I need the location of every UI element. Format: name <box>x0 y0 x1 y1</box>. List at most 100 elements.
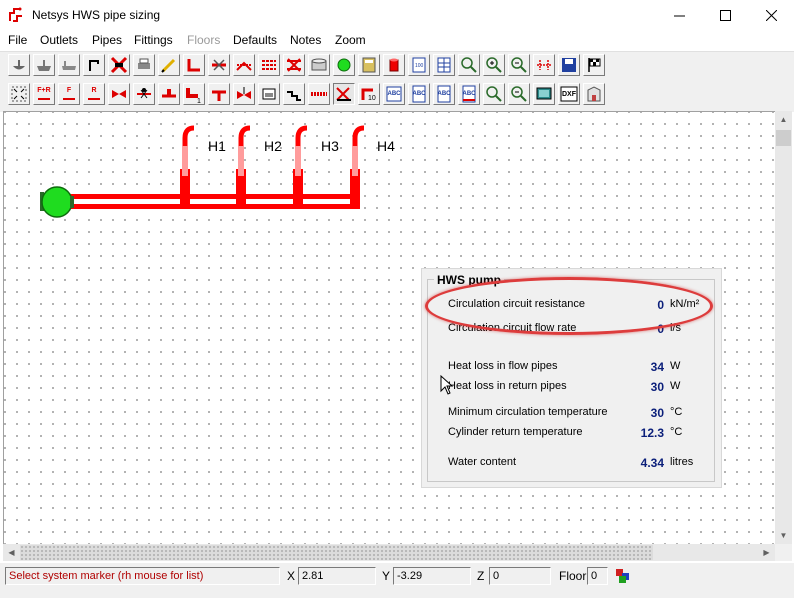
layers-toggle-icon[interactable] <box>615 568 631 584</box>
flow-return-button[interactable]: F+R <box>33 83 55 105</box>
cylinder-outlet-icon <box>89 60 99 71</box>
store-button[interactable] <box>308 54 330 76</box>
menu-notes[interactable]: Notes <box>290 33 321 47</box>
horizontal-scroll-thumb[interactable] <box>20 545 653 560</box>
maximize-button[interactable] <box>702 0 748 31</box>
valve-icon <box>112 90 126 98</box>
zoom-window-button[interactable] <box>483 83 505 105</box>
floor-field: 0 <box>587 567 608 585</box>
bend-1-button[interactable]: 1 <box>183 83 205 105</box>
grid-page-button[interactable] <box>433 54 455 76</box>
menu-fittings[interactable]: Fittings <box>134 33 173 47</box>
screen-button[interactable] <box>533 83 555 105</box>
row-min-circulation-temp: Minimum circulation temperature 30 °C <box>422 406 721 422</box>
zoom-in-button[interactable] <box>458 54 480 76</box>
row-value: 30 <box>650 406 664 420</box>
finish-flag-button[interactable] <box>583 54 605 76</box>
angle-icon <box>336 87 351 101</box>
row-unit: °C <box>670 426 683 438</box>
pipe-red-button[interactable] <box>183 54 205 76</box>
abc-red-label: ABC <box>462 91 476 97</box>
flow-main-pipe[interactable] <box>42 194 360 199</box>
zoom-plus-button[interactable] <box>483 54 505 76</box>
check-valve-button[interactable] <box>133 83 155 105</box>
menu-file[interactable]: File <box>8 33 27 47</box>
return-main-pipe[interactable] <box>42 204 360 209</box>
pump-fitting-button[interactable] <box>158 83 180 105</box>
calculator-button[interactable] <box>358 54 380 76</box>
row-heat-loss-flow: Heat loss in flow pipes 34 W <box>422 360 721 376</box>
insulation-icon <box>311 92 327 96</box>
abc-page-button[interactable]: ABC <box>408 83 430 105</box>
abc-doc-button[interactable]: ABC <box>433 83 455 105</box>
close-button[interactable] <box>748 0 794 31</box>
fitting-set-button[interactable] <box>233 54 255 76</box>
status-message: Select system marker (rh mouse for list) <box>5 567 280 585</box>
outlet-label-h2: H2 <box>264 138 282 154</box>
horizontal-scrollbar[interactable]: ◀ ▶ <box>3 544 775 561</box>
abc-report-button[interactable]: ABC <box>383 83 405 105</box>
network-button[interactable] <box>533 54 555 76</box>
row-unit: °C <box>670 406 683 418</box>
red-cylinder-button[interactable] <box>383 54 405 76</box>
valve-2-icon <box>237 87 251 99</box>
pencil-draw-button[interactable] <box>158 54 180 76</box>
scroll-left-arrow-icon[interactable]: ◀ <box>3 544 20 561</box>
save-button[interactable] <box>558 54 580 76</box>
flow-return-label: F+R <box>37 87 51 94</box>
delete-red-x-button[interactable] <box>108 54 130 76</box>
zoom-reset-button[interactable] <box>508 83 530 105</box>
dxf-export-button[interactable]: DXF <box>558 83 580 105</box>
menu-pipes[interactable]: Pipes <box>92 33 122 47</box>
menu-floors[interactable]: Floors <box>187 33 220 47</box>
x-coord-label: X <box>287 569 296 583</box>
y-coord-label: Y <box>382 569 391 583</box>
basin-button[interactable] <box>8 54 30 76</box>
abc-red-button[interactable]: ABC <box>458 83 480 105</box>
valve-2-button[interactable] <box>233 83 255 105</box>
multi-pipe-button[interactable] <box>258 54 280 76</box>
hws-pump-symbol[interactable] <box>41 186 73 218</box>
scroll-down-arrow-icon[interactable]: ▼ <box>775 527 792 544</box>
zoom-plus-icon <box>486 57 502 73</box>
zoom-out-button[interactable] <box>508 54 530 76</box>
abc-doc-label: ABC <box>437 91 451 97</box>
menu-outlets[interactable]: Outlets <box>40 33 78 47</box>
delete-pipes-button[interactable] <box>283 54 305 76</box>
vertical-scrollbar[interactable]: ▲ ▼ <box>775 111 792 544</box>
menu-zoom[interactable]: Zoom <box>335 33 366 47</box>
row-label: Minimum circulation temperature <box>448 406 608 418</box>
pipe-length-button[interactable]: 10 <box>358 83 380 105</box>
screen-icon <box>536 87 552 100</box>
stair-button[interactable] <box>283 83 305 105</box>
riser-h4[interactable] <box>350 125 365 209</box>
scroll-up-arrow-icon[interactable]: ▲ <box>775 111 792 128</box>
bath-button[interactable] <box>58 54 80 76</box>
row-value: 4.34 <box>640 456 664 470</box>
sink-button[interactable] <box>33 54 55 76</box>
remove-fitting-button[interactable] <box>208 54 230 76</box>
tank-button[interactable] <box>258 83 280 105</box>
minimize-button[interactable] <box>656 0 702 31</box>
flow-button[interactable]: F <box>58 83 80 105</box>
abc-page-label: ABC <box>412 91 426 97</box>
pump-green-button[interactable] <box>333 54 355 76</box>
cylinder-outlet-button[interactable] <box>83 54 105 76</box>
valve-button[interactable] <box>108 83 130 105</box>
tee-button[interactable] <box>208 83 230 105</box>
report-page-button[interactable]: 100 <box>408 54 430 76</box>
menu-defaults[interactable]: Defaults <box>233 33 277 47</box>
pipe-red-icon <box>187 59 200 72</box>
insulation-button[interactable] <box>308 83 330 105</box>
printer-button[interactable] <box>133 54 155 76</box>
scroll-right-arrow-icon[interactable]: ▶ <box>758 544 775 561</box>
zoom-out-icon <box>511 57 527 73</box>
return-button[interactable]: R <box>83 83 105 105</box>
building-button[interactable] <box>583 83 605 105</box>
angle-button[interactable] <box>333 83 355 105</box>
zoom-fit-button[interactable] <box>8 83 30 105</box>
toolbar-area: 100 F+R F R 1 10 ABC ABC ABC ABC DXF <box>0 51 794 112</box>
vertical-scroll-thumb[interactable] <box>776 130 791 146</box>
row-cylinder-return-temp: Cylinder return temperature 12.3 °C <box>422 426 721 442</box>
svg-text:100: 100 <box>415 63 424 69</box>
